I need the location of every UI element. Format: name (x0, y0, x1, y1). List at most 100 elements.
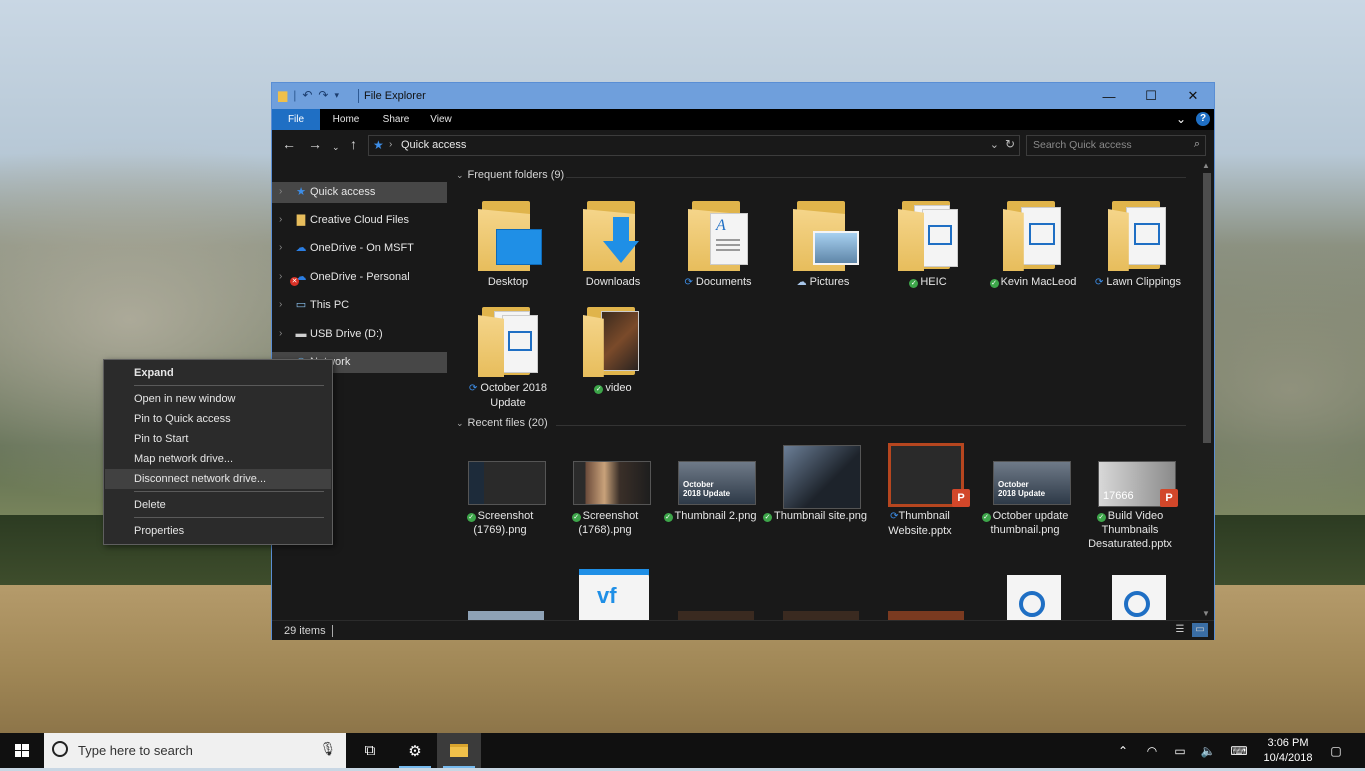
partial-file-icon[interactable] (1007, 575, 1061, 620)
folder-downloads[interactable]: Downloads (561, 197, 661, 297)
start-button[interactable] (0, 733, 44, 768)
taskbar-search-placeholder[interactable]: Type here to search (78, 743, 193, 758)
expand-arrow-icon[interactable]: › (279, 271, 282, 282)
partial-file-thumbnail[interactable] (783, 611, 859, 620)
customize-qat-icon[interactable]: ▾ (334, 88, 339, 102)
menu-item-expand[interactable]: Expand (105, 363, 331, 383)
task-view-icon[interactable]: ⧉ (348, 733, 392, 768)
expand-arrow-icon[interactable]: › (279, 299, 282, 310)
expand-arrow-icon[interactable]: › (279, 328, 282, 339)
synced-check-icon: ✓ (663, 513, 673, 522)
menu-item-map-network-drive[interactable]: Map network drive... (105, 449, 331, 469)
partial-file-thumbnail[interactable] (888, 611, 964, 620)
recent-file-build-video-thumbnails[interactable]: 17666 P ✓ Build Video Thumbnails Desatura… (1078, 443, 1178, 553)
folder-pictures[interactable]: ☁ Pictures (771, 197, 871, 297)
folder-desktop[interactable]: Desktop (456, 197, 556, 297)
menu-item-disconnect-network-drive[interactable]: Disconnect network drive... (105, 469, 331, 489)
taskbar-search-box[interactable]: Type here to search 🎙 (44, 733, 346, 768)
recent-file-thumbnail-site[interactable]: ✓ Thumbnail site.png (763, 443, 867, 543)
details-view-icon[interactable]: ☰ (1172, 623, 1188, 637)
folder-lawn-clippings[interactable]: ⟳ Lawn Clippings (1086, 197, 1186, 297)
keyboard-icon[interactable]: ⌨ (1226, 733, 1252, 768)
separator-icon: | (293, 88, 297, 102)
menu-item-pin-quick-access[interactable]: Pin to Quick access (105, 409, 331, 429)
tab-share[interactable]: Share (376, 109, 416, 130)
expand-arrow-icon[interactable]: › (279, 186, 282, 197)
recent-file-thumbnail-2[interactable]: October 2018 Update ✓ Thumbnail 2.png (658, 443, 758, 543)
volume-icon[interactable]: 🔈 (1196, 733, 1220, 768)
system-clock[interactable]: 3:06 PM 10/4/2018 (1252, 736, 1324, 766)
microphone-icon[interactable]: 🎙 (319, 741, 336, 757)
partial-file-icon[interactable]: vf (579, 569, 649, 620)
close-button[interactable]: ✕ (1172, 83, 1214, 109)
partial-file-thumbnail[interactable] (468, 611, 544, 620)
up-arrow-icon[interactable]: ↑ (350, 136, 357, 152)
expand-arrow-icon[interactable]: › (279, 242, 282, 253)
address-dropdown-icon[interactable]: ⌄ (990, 138, 999, 151)
recent-file-thumbnail-website[interactable]: P ⟳Thumbnail Website.pptx (868, 443, 970, 543)
nav-item-creative-cloud[interactable]: › ▇ Creative Cloud Files (272, 210, 447, 231)
recent-file-october-update-thumbnail[interactable]: October 2018 Update ✓ October update thum… (973, 443, 1073, 543)
show-hidden-icons-chevron-icon[interactable]: ⌃ (1112, 733, 1134, 768)
nav-item-usb-drive[interactable]: › ▬ USB Drive (D:) (272, 324, 447, 345)
tab-view[interactable]: View (424, 109, 458, 130)
nav-item-quick-access[interactable]: › ★ Quick access (272, 182, 447, 203)
partial-file-thumbnail[interactable] (678, 611, 754, 620)
action-center-icon[interactable]: ▢ (1324, 733, 1348, 768)
tab-file[interactable]: File (272, 109, 320, 130)
nav-item-onedrive-personal[interactable]: › ☁ ✕ OneDrive - Personal (272, 267, 447, 288)
collapse-chevron-icon[interactable]: ⌄ (456, 170, 464, 180)
search-icon[interactable]: ⌕ (1194, 138, 1200, 151)
scrollbar-thumb[interactable] (1203, 173, 1211, 443)
expand-arrow-icon[interactable]: › (279, 214, 282, 225)
nav-item-onedrive-msft[interactable]: › ☁ OneDrive - On MSFT (272, 238, 447, 259)
creative-cloud-icon: ▇ (296, 214, 306, 226)
wifi-icon[interactable]: ◠ (1140, 733, 1164, 768)
expand-ribbon-chevron-icon[interactable]: ⌄ (1176, 112, 1186, 126)
folder-heic[interactable]: ✓ HEIC (876, 197, 976, 297)
thumbnail-overlay-text: 17666 (1103, 490, 1134, 502)
cortana-icon[interactable] (52, 741, 68, 757)
address-bar[interactable]: ★ › Quick access ⌄ ↻ (368, 135, 1020, 156)
battery-icon[interactable]: ▭ (1168, 733, 1192, 768)
scroll-down-icon[interactable]: ▼ (1202, 609, 1210, 618)
minimize-button[interactable]: — (1088, 83, 1130, 109)
folder-kevin-macleod[interactable]: ✓ Kevin MacLeod (981, 197, 1081, 297)
undo-icon[interactable]: ↶ (302, 88, 312, 102)
title-bar[interactable]: ▆ | ↶ ↷ ▾ File Explorer — ☐ ✕ (272, 83, 1214, 109)
nav-item-this-pc[interactable]: › ▭ This PC (272, 295, 447, 316)
partial-file-icon[interactable] (1112, 575, 1166, 620)
forward-arrow-icon[interactable]: → (308, 136, 322, 152)
recent-locations-chevron-icon[interactable]: ⌄ (332, 139, 340, 155)
search-placeholder[interactable]: Search Quick access (1033, 139, 1132, 151)
address-path[interactable]: Quick access (401, 139, 466, 151)
search-box[interactable]: Search Quick access ⌕ (1026, 135, 1206, 156)
menu-item-open-new-window[interactable]: Open in new window (105, 389, 331, 409)
frequent-folders-header[interactable]: ⌄ Frequent folders (9) (456, 169, 1196, 185)
large-icons-view-icon[interactable]: ▭ (1192, 623, 1208, 637)
scroll-up-icon[interactable]: ▲ (1202, 161, 1210, 170)
menu-item-properties[interactable]: Properties (105, 521, 331, 541)
help-icon[interactable]: ? (1196, 112, 1210, 126)
folder-october-2018-update[interactable]: ⟳ October 2018 Update (456, 303, 556, 413)
maximize-button[interactable]: ☐ (1130, 83, 1172, 109)
collapse-chevron-icon[interactable]: ⌄ (456, 418, 464, 428)
folder-documents[interactable]: A ⟳ Documents (666, 197, 766, 297)
back-arrow-icon[interactable]: ← (282, 136, 296, 152)
refresh-icon[interactable]: ↻ (1005, 137, 1015, 151)
recent-file-screenshot-1768[interactable]: ✓ Screenshot (1768).png (553, 443, 653, 543)
file-explorer-taskbar-icon[interactable] (437, 733, 481, 768)
menu-item-pin-to-start[interactable]: Pin to Start (105, 429, 331, 449)
folder-video[interactable]: ✓ video (561, 303, 661, 403)
vertical-scrollbar[interactable]: ▲ ▼ (1200, 159, 1214, 620)
settings-gear-icon[interactable]: ⚙ (393, 733, 437, 768)
menu-item-delete[interactable]: Delete (105, 495, 331, 515)
group-title: Frequent folders (9) (467, 169, 565, 181)
tab-home[interactable]: Home (326, 109, 366, 130)
folder-label: ⟳ October 2018 Update (468, 382, 548, 409)
breadcrumb-chevron-icon[interactable]: › (389, 139, 392, 150)
redo-icon[interactable]: ↷ (318, 88, 328, 102)
recent-file-screenshot-1769[interactable]: ✓ Screenshot (1769).png (448, 443, 548, 543)
recent-files-header[interactable]: ⌄ Recent files (20) (456, 417, 1196, 433)
october-update-folder-icon (478, 303, 538, 377)
